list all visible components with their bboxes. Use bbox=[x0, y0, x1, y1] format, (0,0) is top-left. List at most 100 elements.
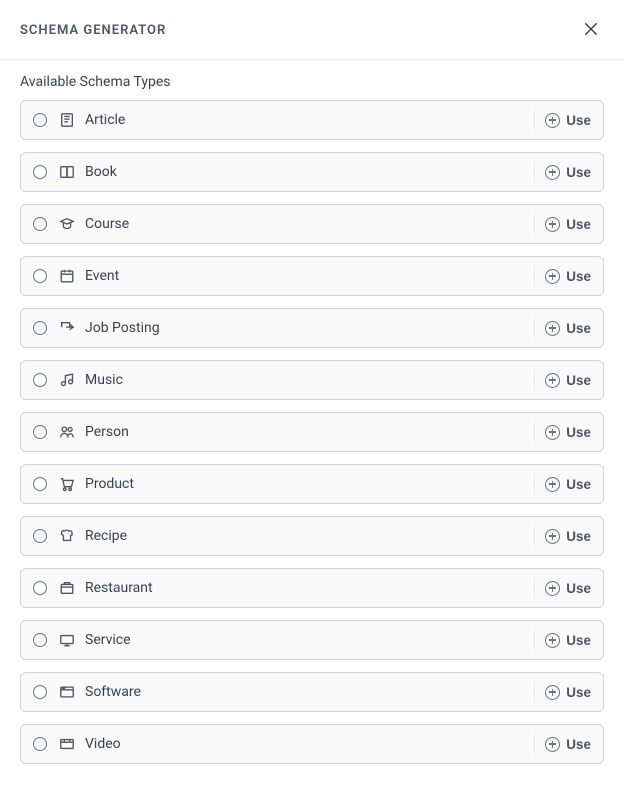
video-icon bbox=[59, 736, 75, 752]
list-item: Software Use bbox=[20, 672, 604, 712]
list-item: Job Posting Use bbox=[20, 308, 604, 348]
item-label: Music bbox=[85, 372, 534, 388]
plus-circle-icon bbox=[545, 737, 560, 752]
list-item: Recipe Use bbox=[20, 516, 604, 556]
person-icon bbox=[59, 424, 75, 440]
radio-button[interactable] bbox=[33, 425, 47, 439]
use-label: Use bbox=[566, 373, 591, 388]
use-button[interactable]: Use bbox=[545, 321, 591, 336]
section-subtitle: Available Schema Types bbox=[0, 60, 624, 100]
plus-circle-icon bbox=[545, 321, 560, 336]
divider bbox=[534, 630, 535, 650]
product-icon bbox=[59, 476, 75, 492]
plus-circle-icon bbox=[545, 165, 560, 180]
software-icon bbox=[59, 684, 75, 700]
plus-circle-icon bbox=[545, 477, 560, 492]
list-item: Service Use bbox=[20, 620, 604, 660]
item-label: Software bbox=[85, 684, 534, 700]
list-item: Restaurant Use bbox=[20, 568, 604, 608]
jobposting-icon bbox=[59, 320, 75, 336]
plus-circle-icon bbox=[545, 113, 560, 128]
use-button[interactable]: Use bbox=[545, 269, 591, 284]
divider bbox=[534, 110, 535, 130]
music-icon bbox=[59, 372, 75, 388]
use-button[interactable]: Use bbox=[545, 737, 591, 752]
use-label: Use bbox=[566, 529, 591, 544]
event-icon bbox=[59, 268, 75, 284]
list-item: Person Use bbox=[20, 412, 604, 452]
plus-circle-icon bbox=[545, 529, 560, 544]
radio-button[interactable] bbox=[33, 373, 47, 387]
item-label: Person bbox=[85, 424, 534, 440]
use-label: Use bbox=[566, 217, 591, 232]
use-label: Use bbox=[566, 113, 591, 128]
radio-button[interactable] bbox=[33, 529, 47, 543]
radio-button[interactable] bbox=[33, 217, 47, 231]
restaurant-icon bbox=[59, 580, 75, 596]
radio-button[interactable] bbox=[33, 269, 47, 283]
divider bbox=[534, 370, 535, 390]
use-button[interactable]: Use bbox=[545, 425, 591, 440]
divider bbox=[534, 266, 535, 286]
course-icon bbox=[59, 216, 75, 232]
radio-button[interactable] bbox=[33, 737, 47, 751]
item-label: Job Posting bbox=[85, 320, 534, 336]
header: SCHEMA GENERATOR bbox=[0, 0, 624, 60]
radio-button[interactable] bbox=[33, 321, 47, 335]
radio-button[interactable] bbox=[33, 685, 47, 699]
divider bbox=[534, 578, 535, 598]
list-item: VideoUse bbox=[20, 724, 604, 764]
use-label: Use bbox=[566, 581, 591, 596]
use-button[interactable]: Use bbox=[545, 113, 591, 128]
close-button[interactable] bbox=[578, 16, 604, 45]
item-label: Article bbox=[85, 112, 534, 128]
use-label: Use bbox=[566, 269, 591, 284]
list-item: Article Use bbox=[20, 100, 604, 140]
list-item: ProductUse bbox=[20, 464, 604, 504]
item-label: Book bbox=[85, 164, 534, 180]
schema-type-list: ArticleUseBookUseCourseUseEventUseJob Po… bbox=[0, 100, 624, 796]
use-button[interactable]: Use bbox=[545, 373, 591, 388]
divider bbox=[534, 526, 535, 546]
divider bbox=[534, 474, 535, 494]
radio-button[interactable] bbox=[33, 633, 47, 647]
divider bbox=[534, 214, 535, 234]
use-label: Use bbox=[566, 737, 591, 752]
use-button[interactable]: Use bbox=[545, 217, 591, 232]
use-label: Use bbox=[566, 165, 591, 180]
plus-circle-icon bbox=[545, 373, 560, 388]
plus-circle-icon bbox=[545, 633, 560, 648]
use-label: Use bbox=[566, 425, 591, 440]
use-button[interactable]: Use bbox=[545, 685, 591, 700]
use-label: Use bbox=[566, 633, 591, 648]
list-item: Book Use bbox=[20, 152, 604, 192]
radio-button[interactable] bbox=[33, 165, 47, 179]
radio-button[interactable] bbox=[33, 581, 47, 595]
divider bbox=[534, 318, 535, 338]
book-icon bbox=[59, 164, 75, 180]
article-icon bbox=[59, 112, 75, 128]
radio-button[interactable] bbox=[33, 113, 47, 127]
radio-button[interactable] bbox=[33, 477, 47, 491]
plus-circle-icon bbox=[545, 217, 560, 232]
divider bbox=[534, 422, 535, 442]
use-button[interactable]: Use bbox=[545, 529, 591, 544]
divider bbox=[534, 682, 535, 702]
plus-circle-icon bbox=[545, 269, 560, 284]
list-item: Music Use bbox=[20, 360, 604, 400]
use-label: Use bbox=[566, 477, 591, 492]
use-label: Use bbox=[566, 685, 591, 700]
use-button[interactable]: Use bbox=[545, 633, 591, 648]
list-item: Event Use bbox=[20, 256, 604, 296]
item-label: Service bbox=[85, 632, 534, 648]
page-title: SCHEMA GENERATOR bbox=[20, 23, 166, 38]
list-item: CourseUse bbox=[20, 204, 604, 244]
use-button[interactable]: Use bbox=[545, 581, 591, 596]
service-icon bbox=[59, 632, 75, 648]
item-label: Recipe bbox=[85, 528, 534, 544]
use-button[interactable]: Use bbox=[545, 477, 591, 492]
plus-circle-icon bbox=[545, 685, 560, 700]
item-label: Event bbox=[85, 268, 534, 284]
item-label: Restaurant bbox=[85, 580, 534, 596]
use-button[interactable]: Use bbox=[545, 165, 591, 180]
